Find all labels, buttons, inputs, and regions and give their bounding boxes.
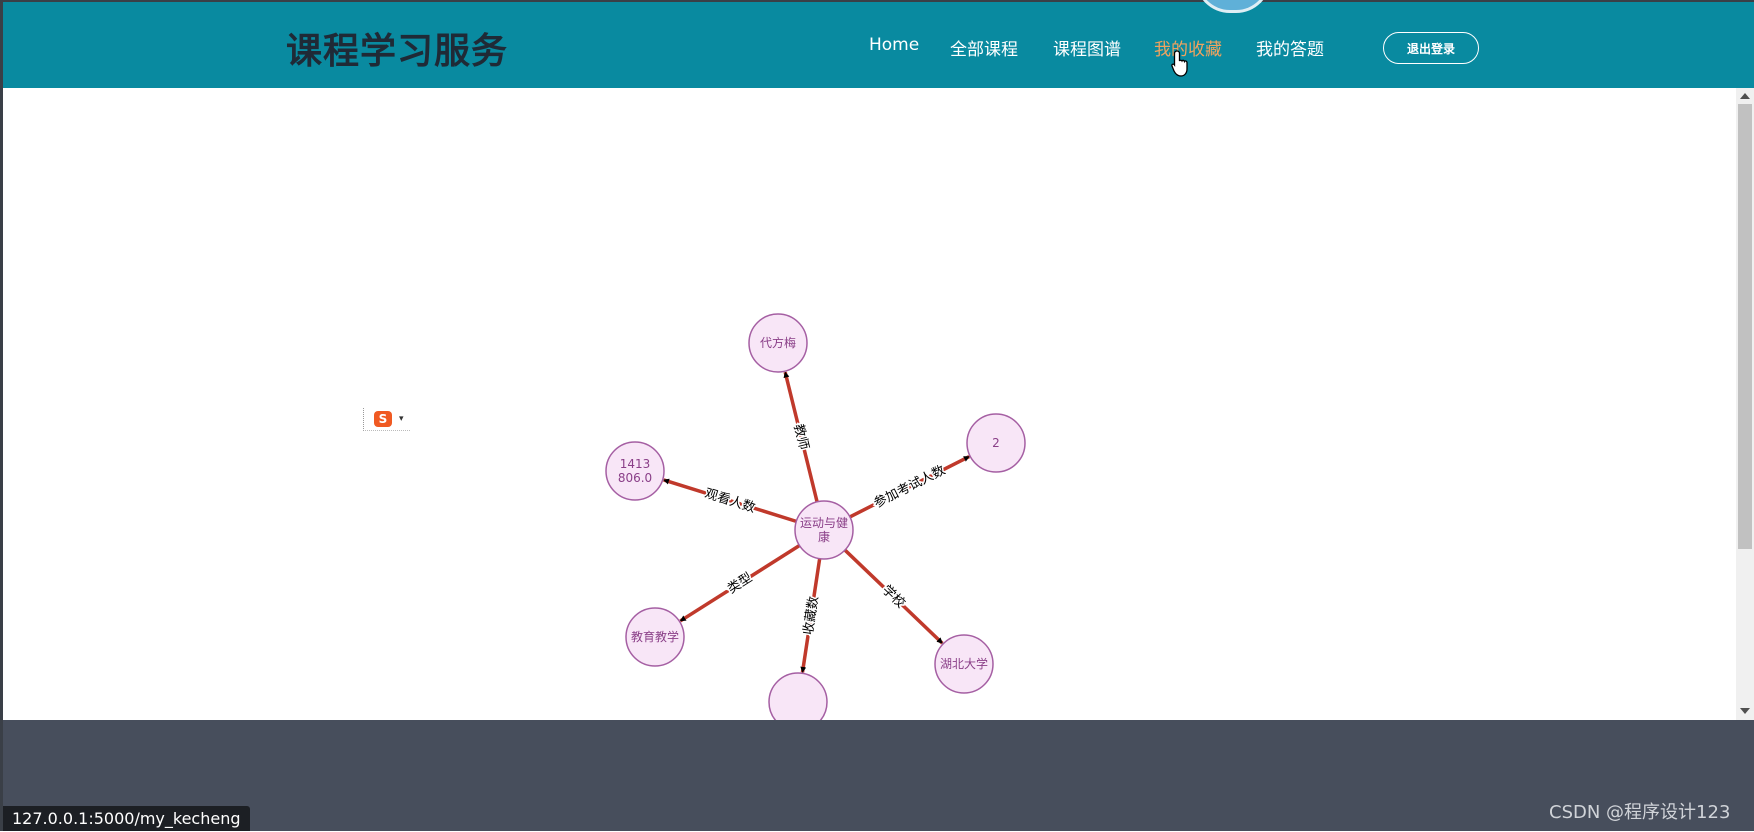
graph-edge-label: 观看人数 (703, 485, 757, 516)
graph-node[interactable]: 2 (966, 413, 1026, 473)
graph-node-label: 湖北大学 (940, 656, 988, 671)
graph-center-node-label: 康 (818, 529, 830, 544)
graph-edge-label: 教师 (790, 422, 812, 451)
graph-node[interactable]: 代方梅 (748, 313, 808, 373)
avatar[interactable] (1195, 0, 1271, 13)
nav-all-courses[interactable]: 全部课程 (950, 35, 1018, 61)
vertical-scrollbar[interactable] (1736, 88, 1754, 720)
page-footer (3, 720, 1754, 831)
graph-node-label: 教育教学 (631, 629, 679, 644)
scroll-up-arrow-icon[interactable] (1740, 93, 1750, 99)
site-title: 课程学习服务 (286, 31, 509, 72)
scrollbar-thumb[interactable] (1738, 104, 1752, 549)
logout-button[interactable]: 退出登录 (1383, 32, 1479, 64)
nav-my-answers[interactable]: 我的答题 (1256, 35, 1324, 61)
site-header: 课程学习服务 Home 全部课程 课程图谱 我的收藏 我的答题 退出登录 (3, 0, 1754, 88)
sogou-ime-icon[interactable]: S (374, 411, 392, 427)
graph-node-label: 806.0 (618, 471, 652, 485)
graph-node[interactable]: 1413806.0 (605, 441, 665, 501)
graph-node[interactable]: 湖北大学 (934, 634, 994, 694)
nav-home[interactable]: Home (869, 35, 919, 61)
graph-center-node-label: 运动与健 (800, 516, 848, 530)
main-content: 教师 参加考试人数 观看人数 类型 收藏数 学校 代方梅 2 1413 806.0 教育教学 湖北大… (3, 88, 1736, 720)
watermark: CSDN @程序设计123 (1549, 802, 1731, 823)
ime-dropdown-icon[interactable]: ▾ (399, 414, 404, 424)
nav-course-graph[interactable]: 课程图谱 (1053, 35, 1121, 61)
graph-node[interactable]: 教育教学 (625, 607, 685, 667)
graph-edge-label: 收藏数 (801, 595, 822, 636)
graph-center-node[interactable]: 运动与健康 (794, 500, 854, 560)
status-bar-url: 127.0.0.1:5000/my_kecheng (3, 806, 250, 831)
hand-cursor-icon (1171, 50, 1188, 77)
graph-node[interactable] (768, 672, 828, 720)
graph-node-label: 代方梅 (760, 335, 796, 350)
graph-edge-label: 参加考试人数 (871, 462, 948, 511)
course-knowledge-graph: 教师参加考试人数观看人数类型收藏数 学校 代方梅21413806.0教育教学湖北大… (605, 313, 1026, 720)
ime-toolbar[interactable]: S ▾ (363, 408, 410, 431)
graph-node-circle[interactable] (768, 672, 828, 720)
window-left-border (0, 0, 3, 831)
graph-node-label: 1413 (620, 457, 651, 471)
graph-node-label: 2 (992, 436, 1000, 450)
scroll-down-arrow-icon[interactable] (1740, 708, 1750, 714)
